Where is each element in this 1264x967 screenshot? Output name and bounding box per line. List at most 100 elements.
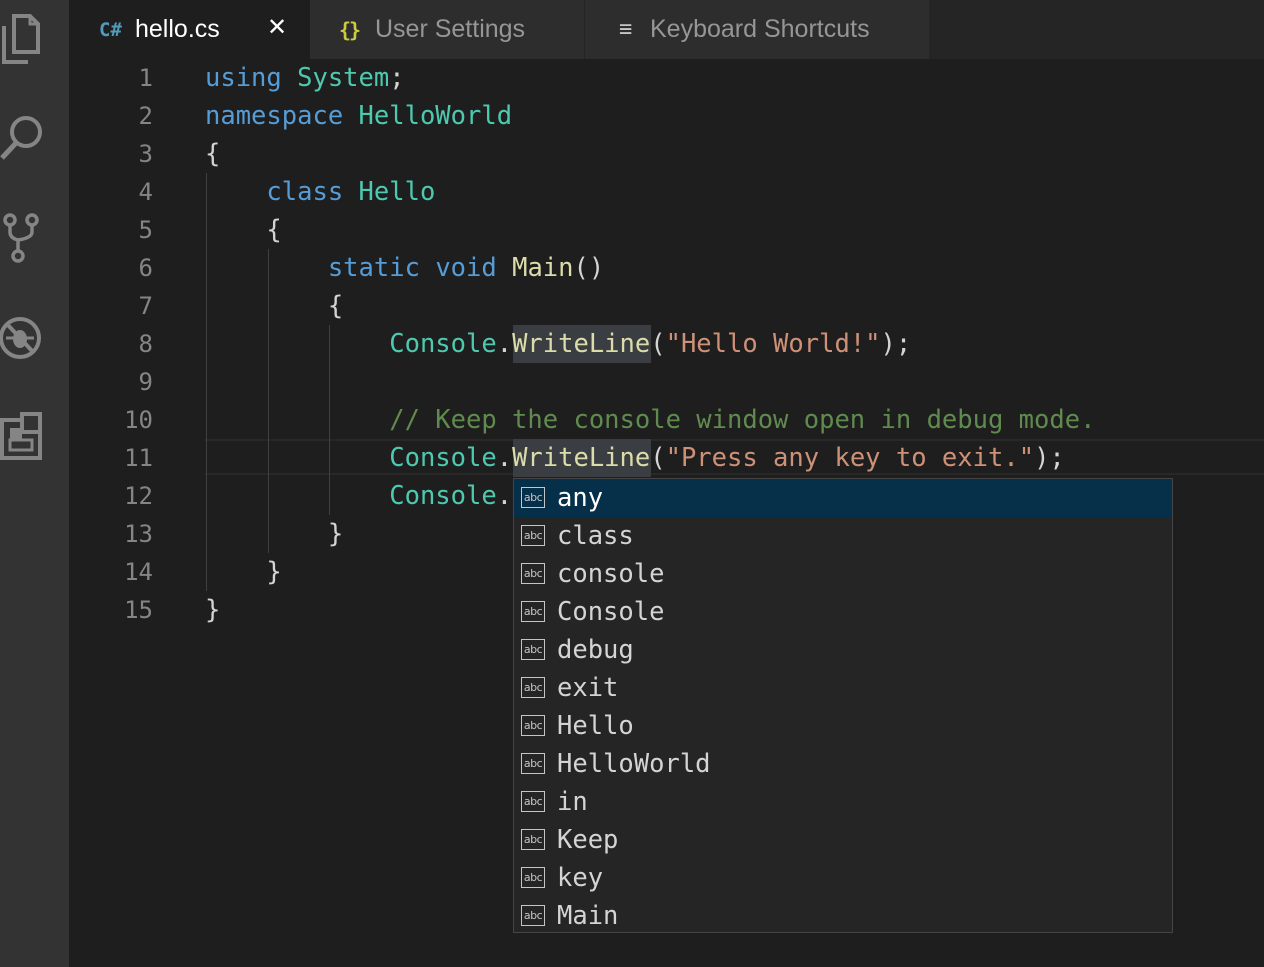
line-number: 10: [124, 406, 153, 434]
suggestion-item[interactable]: abc Main: [514, 897, 1172, 935]
code-text: Console.: [205, 477, 512, 515]
text-word-icon: abc: [521, 677, 545, 698]
code-text: {: [205, 211, 282, 249]
suggestion-label: Main: [557, 901, 619, 931]
code-token: HelloWorld: [358, 101, 513, 131]
line-number: 9: [138, 368, 153, 396]
line-number: 12: [124, 482, 153, 510]
code-text: }: [205, 553, 282, 591]
csharp-file-icon: C#: [99, 18, 122, 41]
code-text: namespace HelloWorld: [205, 97, 512, 135]
code-token: .: [496, 443, 513, 473]
code-text: }: [205, 515, 343, 553]
suggestion-item[interactable]: abc console: [514, 555, 1172, 593]
code-token: .: [496, 329, 513, 359]
code-line[interactable]: 5 {: [69, 211, 1264, 249]
code-token: {: [205, 215, 282, 245]
search-icon[interactable]: [0, 108, 50, 164]
code-line[interactable]: 11 Console.WriteLine("Press any key to e…: [69, 439, 1264, 477]
code-token: using: [205, 63, 282, 93]
extensions-icon[interactable]: [0, 408, 50, 464]
code-line[interactable]: 8 Console.WriteLine("Hello World!");: [69, 325, 1264, 363]
code-token: (): [573, 253, 605, 283]
suggestion-label: class: [557, 521, 634, 551]
code-token: }: [205, 519, 344, 549]
json-braces-icon: {}: [339, 17, 361, 42]
code-token: "Press any key to exit.": [665, 443, 1035, 473]
code-token: WriteLine: [512, 329, 651, 359]
code-token: void: [435, 253, 497, 283]
line-number: 6: [138, 254, 153, 282]
suggestion-item[interactable]: abc exit: [514, 669, 1172, 707]
code-text: }: [205, 591, 220, 629]
text-word-icon: abc: [521, 639, 545, 660]
code-line[interactable]: 4 class Hello: [69, 173, 1264, 211]
close-icon[interactable]: ✕: [267, 13, 287, 41]
suggestion-item[interactable]: abc in: [514, 783, 1172, 821]
suggestion-item[interactable]: abc Console: [514, 593, 1172, 631]
suggestion-item[interactable]: abc class: [514, 517, 1172, 555]
line-number: 2: [138, 102, 153, 130]
code-token: namespace: [205, 101, 344, 131]
code-line[interactable]: 3{: [69, 135, 1264, 173]
suggestion-item[interactable]: abc debug: [514, 631, 1172, 669]
debug-icon[interactable]: [0, 308, 50, 364]
line-number: 13: [124, 520, 153, 548]
suggestion-widget[interactable]: abc any abc class abc console abc Console abc deb…: [513, 478, 1173, 933]
tab-user-settings[interactable]: {} User Settings: [310, 0, 584, 59]
line-number: 3: [138, 140, 153, 168]
line-number: 15: [124, 596, 153, 624]
code-text: {: [205, 287, 343, 325]
code-token: Hello: [358, 177, 436, 207]
suggestion-label: Console: [557, 597, 665, 627]
code-token: }: [205, 557, 282, 587]
text-word-icon: abc: [521, 563, 545, 584]
tab-hello-cs[interactable]: C# hello.cs ✕: [69, 0, 310, 59]
code-line[interactable]: 7 {: [69, 287, 1264, 325]
code-line[interactable]: 6 static void Main(): [69, 249, 1264, 287]
suggestion-item[interactable]: abc Keep: [514, 821, 1172, 859]
suggestion-label: exit: [557, 673, 619, 703]
tab-label: User Settings: [375, 15, 526, 43]
code-token: Main: [512, 253, 574, 283]
code-token: ;: [389, 63, 405, 93]
suggestion-label: debug: [557, 635, 634, 665]
suggestion-item[interactable]: abc Hello: [514, 707, 1172, 745]
source-control-icon[interactable]: [0, 208, 50, 264]
tab-label: Keyboard Shortcuts: [650, 15, 870, 43]
code-token: "Hello World!": [665, 329, 881, 359]
text-word-icon: abc: [521, 905, 545, 926]
line-number: 7: [138, 292, 153, 320]
code-text: class Hello: [205, 173, 435, 211]
code-text: Console.WriteLine("Hello World!");: [205, 325, 911, 363]
code-token: static: [327, 253, 420, 283]
explorer-icon[interactable]: [0, 8, 50, 64]
line-number: 14: [124, 558, 153, 586]
code-token: System: [297, 63, 390, 93]
activity-bar: [0, 0, 69, 967]
text-word-icon: abc: [521, 829, 545, 850]
code-token: Console: [389, 481, 497, 511]
code-token: Console: [389, 443, 497, 473]
code-token: );: [880, 329, 912, 359]
suggestion-label: console: [557, 559, 665, 589]
code-line[interactable]: 1 using System;: [69, 59, 1264, 97]
code-token: (: [650, 329, 666, 359]
suggestion-item[interactable]: abc any: [514, 479, 1172, 517]
text-word-icon: abc: [521, 525, 545, 546]
code-line[interactable]: 2 namespace HelloWorld: [69, 97, 1264, 135]
code-text: Console.WriteLine("Press any key to exit…: [205, 439, 1065, 477]
suggestion-item[interactable]: abc key: [514, 859, 1172, 897]
code-text: using System;: [205, 59, 405, 97]
suggestion-label: Hello: [557, 711, 634, 741]
code-line[interactable]: 9: [69, 363, 1264, 401]
tab-keyboard-shortcuts[interactable]: ≡ Keyboard Shortcuts: [585, 0, 929, 59]
code-line[interactable]: 10 // Keep the console window open in de…: [69, 401, 1264, 439]
suggestion-item[interactable]: abc HelloWorld: [514, 745, 1172, 783]
suggestion-label: key: [557, 863, 604, 893]
